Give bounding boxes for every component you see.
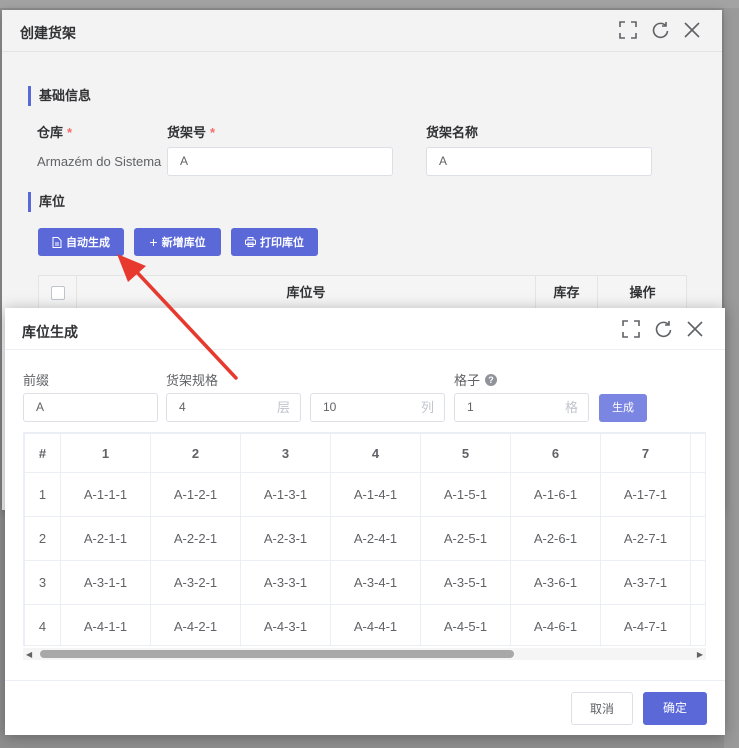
annotation-arrow: [117, 254, 238, 380]
